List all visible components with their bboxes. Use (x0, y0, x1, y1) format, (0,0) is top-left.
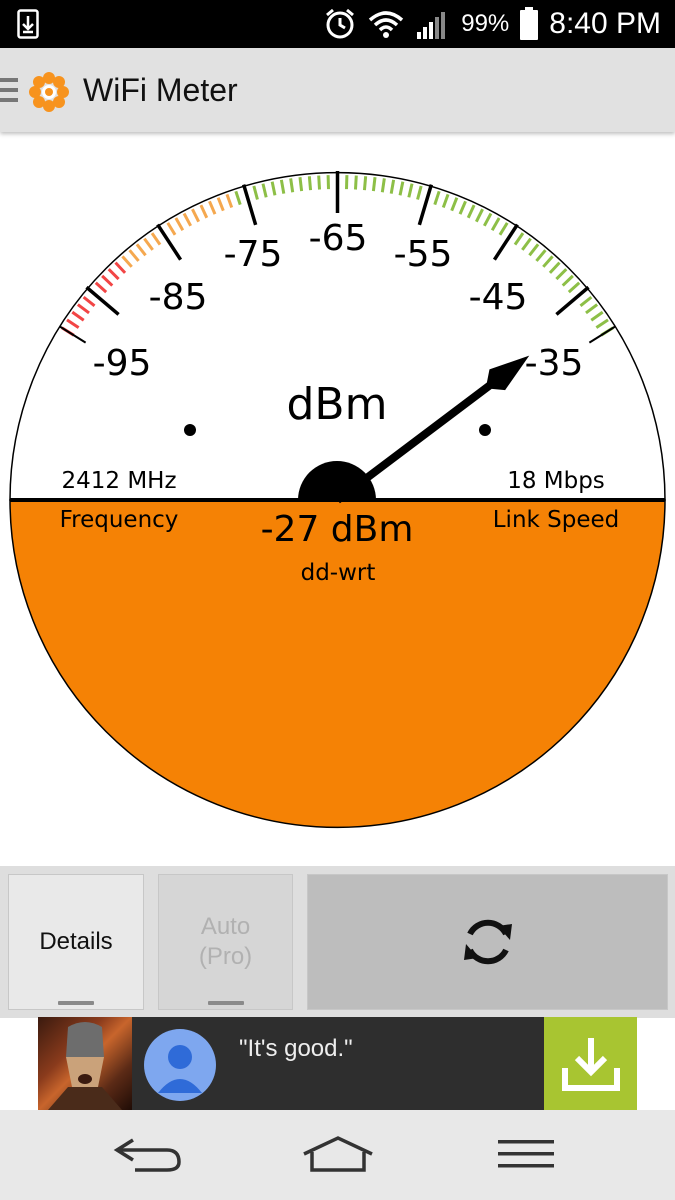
game-thumbnail[interactable] (38, 1017, 132, 1110)
refresh-button[interactable] (307, 874, 668, 1010)
link-speed-label: Link Speed (493, 507, 620, 533)
auto-indicator (207, 1001, 244, 1005)
alarm-icon (326, 8, 355, 39)
auto-pro-button[interactable]: Auto (Pro) (158, 874, 293, 1010)
gauge-minor-tick (298, 176, 304, 192)
signal-reading: -27 dBm (261, 509, 414, 550)
gauge-minor-tick (380, 178, 386, 193)
button-toolbar: Details Auto (Pro) (0, 866, 675, 1018)
scale-label: -45 (469, 277, 528, 318)
gauge-dot-right (479, 424, 491, 436)
download-notification-icon (17, 9, 39, 39)
ad-banner[interactable]: "It's good." (38, 1017, 637, 1110)
gauge-dot-left (184, 424, 196, 436)
gauge-minor-tick (307, 176, 313, 191)
gauge-minor-tick (371, 176, 377, 192)
ssid-label: dd-wrt (301, 560, 376, 586)
app-title: WiFi Meter (83, 72, 238, 108)
home-icon[interactable] (300, 1134, 376, 1174)
flower-logo-icon (29, 72, 69, 112)
refresh-icon (463, 919, 512, 965)
status-bar: 99% 8:40 PM (0, 0, 675, 48)
scale-label: -75 (224, 234, 283, 275)
back-icon[interactable] (113, 1134, 183, 1174)
scale-label: -35 (525, 343, 584, 384)
link-speed-value: 18 Mbps (507, 468, 605, 494)
ad-download-button[interactable] (544, 1017, 637, 1110)
menu-icon[interactable] (494, 1134, 558, 1174)
clock: 8:40 PM (549, 7, 661, 40)
download-icon (561, 1037, 620, 1091)
wifi-icon (369, 11, 404, 38)
battery-percent: 99% (461, 10, 510, 37)
system-nav-bar (0, 1110, 675, 1200)
scale-label: -55 (394, 234, 453, 275)
app-bar: WiFi Meter (0, 48, 675, 132)
gauge-minor-tick (289, 178, 295, 193)
auto-button-label: Auto (200, 913, 251, 940)
scale-label: -85 (149, 277, 208, 318)
battery-icon (520, 7, 539, 40)
details-button[interactable]: Details (8, 874, 144, 1010)
details-indicator (58, 1001, 94, 1005)
frequency-value: 2412 MHz (61, 468, 176, 494)
unit-label: dBm (287, 379, 388, 430)
signal-gauge: -95 -85 -75 -65 -55 -45 -35 dBm 2412 MHz… (0, 132, 675, 867)
ad-quote: "It's good." (239, 1035, 353, 1062)
user-avatar-icon (144, 1029, 216, 1101)
details-button-label: Details (39, 928, 113, 955)
auto-button-sublabel: (Pro) (198, 943, 253, 970)
menu-icon[interactable] (0, 78, 20, 104)
signal-icon (417, 12, 446, 39)
gauge-minor-tick (353, 175, 358, 190)
frequency-label: Frequency (60, 507, 179, 533)
gauge-minor-tick (317, 175, 322, 190)
gauge-minor-tick (362, 176, 368, 191)
scale-label: -95 (93, 343, 152, 384)
scale-label: -65 (309, 218, 368, 259)
